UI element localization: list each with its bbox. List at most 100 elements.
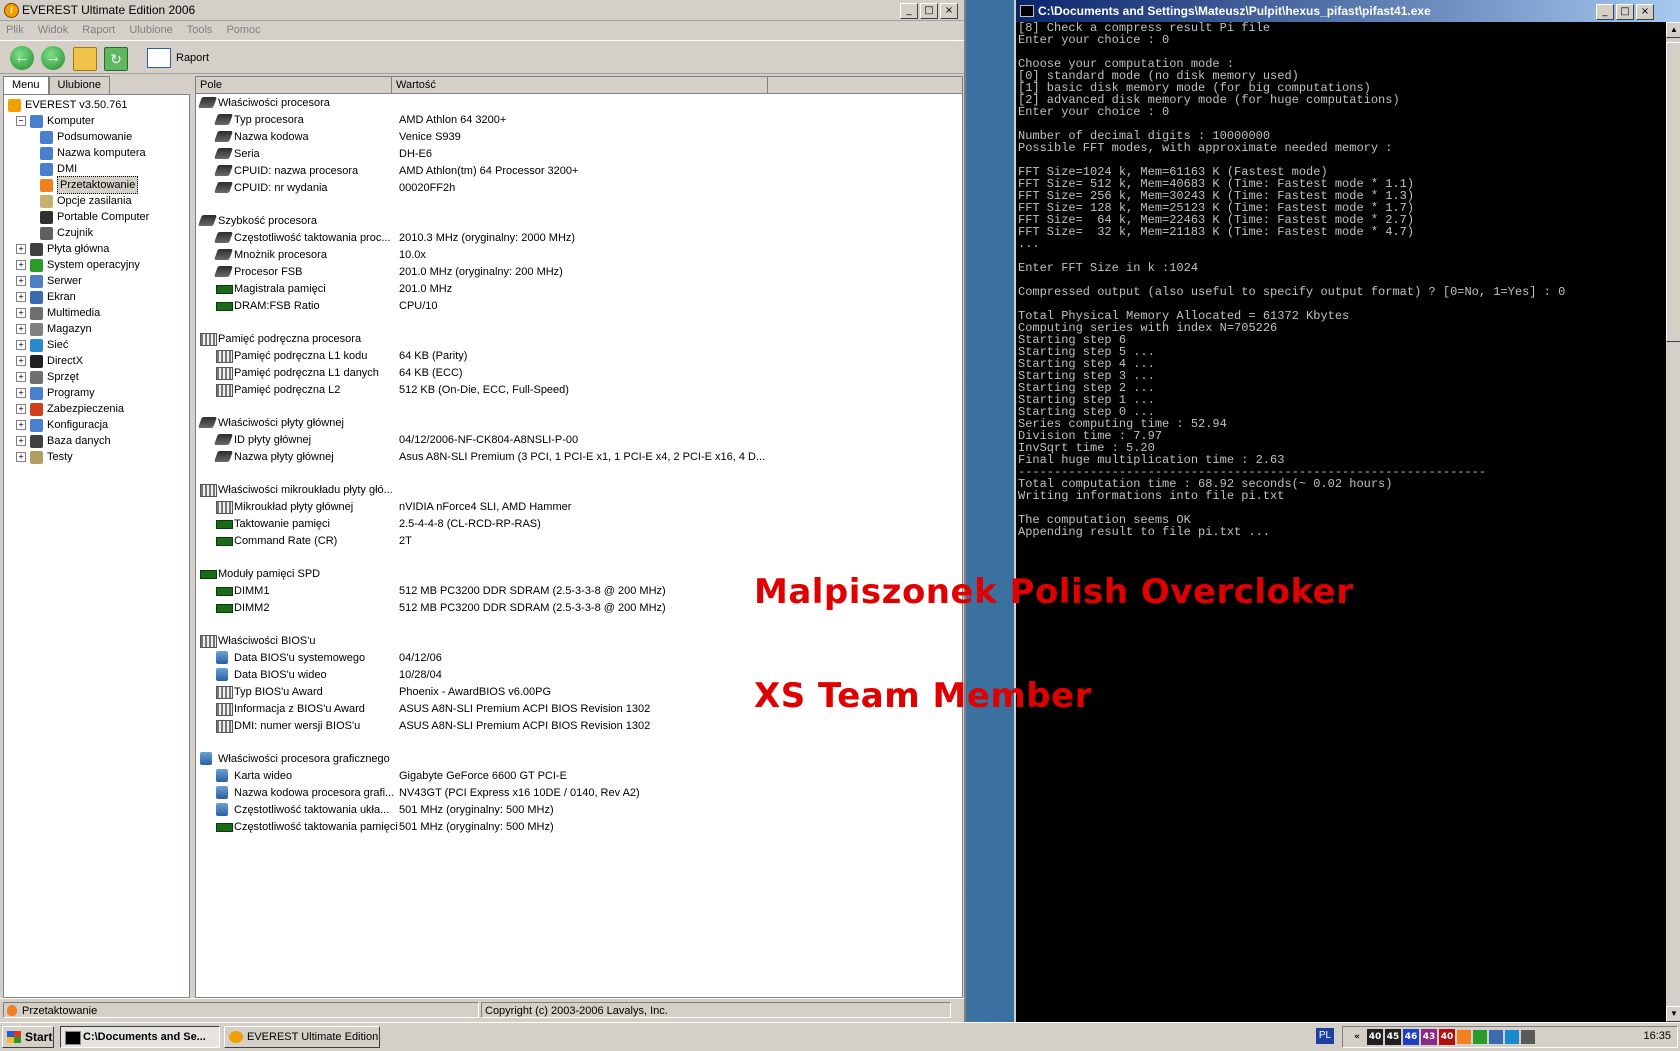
table-row[interactable]: Częstotliwość taktowania pamięci 501 MHz … [216, 819, 956, 835]
table-row[interactable]: Nazwa płyty głównej Asus A8N-SLI Premium … [213, 449, 956, 465]
tray-temperature-icon[interactable]: 46 [1403, 1029, 1419, 1045]
tree-item[interactable]: + Baza danych [16, 433, 111, 449]
tree-item[interactable]: − Komputer [16, 113, 95, 129]
tree-item[interactable]: Portable Computer [40, 209, 149, 225]
tray-app-icon[interactable] [1505, 1030, 1519, 1044]
table-row[interactable]: Pamięć podręczna L2 512 KB (On-Die, ECC, … [216, 382, 956, 398]
tray-app-icon[interactable] [1521, 1030, 1535, 1044]
expand-icon[interactable]: + [16, 292, 26, 302]
console-close-button[interactable]: × [1636, 4, 1654, 20]
tree-item[interactable]: + System operacyjny [16, 257, 140, 273]
expand-icon[interactable]: + [16, 436, 26, 446]
expand-icon[interactable]: + [16, 388, 26, 398]
tree-item[interactable]: + Płyta główna [16, 241, 109, 257]
console-output[interactable]: [8] Check a compress result Pi file Enter… [1018, 22, 1658, 1022]
table-row[interactable]: DMI: numer wersji BIOS'u ASUS A8N-SLI Pre… [216, 718, 956, 734]
tree-item[interactable]: + Multimedia [16, 305, 100, 321]
expand-icon[interactable]: + [16, 260, 26, 270]
table-row[interactable]: Pamięć podręczna L1 danych 64 KB (ECC) [216, 365, 956, 381]
tree-item[interactable]: EVEREST v3.50.761 [8, 97, 128, 113]
scroll-down-arrow-icon[interactable]: ▼ [1666, 1006, 1680, 1022]
tray-temperature-icon[interactable]: 40 [1367, 1029, 1383, 1045]
tree-item[interactable]: + Magazyn [16, 321, 92, 337]
table-row[interactable]: Typ procesora AMD Athlon 64 3200+ [213, 112, 956, 128]
table-row[interactable]: Seria DH-E6 [213, 146, 956, 162]
expand-icon[interactable]: + [16, 404, 26, 414]
tree-item[interactable]: + Testy [16, 449, 73, 465]
console-maximize-button[interactable]: □ [1616, 4, 1634, 20]
column-header-wartosc[interactable]: Wartość [392, 77, 768, 93]
table-row[interactable]: Nazwa kodowa procesora grafi... NV43GT (P… [216, 785, 956, 801]
console-scrollbar[interactable]: ▲ ▼ [1666, 22, 1680, 1022]
start-button[interactable]: Start [2, 1026, 54, 1048]
menu-ulubione[interactable]: Ulubione [129, 21, 172, 39]
table-row[interactable]: Częstotliwość taktowania proc... 2010.3 M… [213, 230, 956, 246]
tab-ulubione[interactable]: Ulubione [48, 76, 110, 94]
close-button[interactable]: × [940, 3, 958, 19]
scroll-up-arrow-icon[interactable]: ▲ [1666, 22, 1680, 38]
menu-plik[interactable]: Plik [6, 21, 24, 39]
column-header-pole[interactable]: Pole [196, 77, 392, 93]
expand-icon[interactable]: + [16, 244, 26, 254]
console-minimize-button[interactable]: _ [1596, 4, 1614, 20]
expand-icon[interactable]: + [16, 308, 26, 318]
menu-widok[interactable]: Widok [38, 21, 69, 39]
table-row[interactable]: CPUID: nr wydania 00020FF2h [213, 180, 956, 196]
tree-item[interactable]: + Sieć [16, 337, 68, 353]
up-folder-button[interactable] [73, 47, 97, 71]
taskbar-item-console[interactable]: C:\Documents and Se... [60, 1026, 220, 1048]
details-list[interactable]: Pole Wartość Właściwości procesora Typ pr… [195, 76, 963, 998]
tree-item[interactable]: + Serwer [16, 273, 82, 289]
tab-menu[interactable]: Menu [3, 76, 49, 95]
tray-temperature-icon[interactable]: 45 [1385, 1029, 1401, 1045]
refresh-button[interactable]: ↻ [104, 47, 128, 71]
report-button[interactable]: Raport [147, 48, 209, 68]
tray-expand-icon[interactable]: « [1349, 1029, 1365, 1045]
menu-pomoc[interactable]: Pomoc [226, 21, 260, 39]
tree-item[interactable]: + Konfiguracja [16, 417, 108, 433]
tray-temperature-icon[interactable]: 43 [1421, 1029, 1437, 1045]
expand-icon[interactable]: + [16, 340, 26, 350]
menu-tools[interactable]: Tools [187, 21, 213, 39]
taskbar-item-everest[interactable]: EVEREST Ultimate Edition [224, 1026, 380, 1048]
expand-icon[interactable]: + [16, 420, 26, 430]
expand-icon[interactable]: + [16, 372, 26, 382]
navigation-tree[interactable]: EVEREST v3.50.761 − Komputer Podsumowanie Na… [3, 94, 190, 998]
table-row[interactable]: Mikroukład płyty głównej nVIDIA nForce4 S… [216, 499, 956, 515]
tree-item[interactable]: + Ekran [16, 289, 76, 305]
scroll-thumb[interactable] [1666, 42, 1680, 342]
tray-app-icon[interactable] [1473, 1030, 1487, 1044]
tree-item[interactable]: DMI [40, 161, 77, 177]
tray-temperature-icon[interactable]: 40 [1439, 1029, 1455, 1045]
table-row[interactable]: Karta wideo Gigabyte GeForce 6600 GT PCI-… [216, 768, 956, 784]
table-row[interactable]: Taktowanie pamięci 2.5-4-4-8 (CL-RCD-RP-R… [216, 516, 956, 532]
table-row[interactable]: Pamięć podręczna L1 kodu 64 KB (Parity) [216, 348, 956, 364]
expand-icon[interactable]: + [16, 324, 26, 334]
table-row[interactable]: CPUID: nazwa procesora AMD Athlon(tm) 64 … [213, 163, 956, 179]
table-row[interactable]: Magistrala pamięci 201.0 MHz [216, 281, 956, 297]
tray-app-icon[interactable] [1489, 1030, 1503, 1044]
console-title-bar[interactable]: C:\Documents and Settings\Mateusz\Pulpit… [1016, 0, 1680, 22]
language-indicator[interactable]: PL [1316, 1028, 1334, 1044]
table-row[interactable]: Częstotliwość taktowania ukła... 501 MHz … [216, 802, 956, 818]
tree-item[interactable]: Czujnik [40, 225, 93, 241]
expand-icon[interactable]: + [16, 452, 26, 462]
menu-raport[interactable]: Raport [82, 21, 115, 39]
table-row[interactable]: DRAM:FSB Ratio CPU/10 [216, 298, 956, 314]
expand-icon[interactable]: + [16, 356, 26, 366]
table-row[interactable]: Command Rate (CR) 2T [216, 533, 956, 549]
tree-item[interactable]: + DirectX [16, 353, 83, 369]
everest-title-bar[interactable]: i EVEREST Ultimate Edition 2006 _ □ × [0, 0, 964, 21]
tree-item[interactable]: Przetaktowanie [40, 176, 139, 194]
tray-app-icon[interactable] [1457, 1030, 1471, 1044]
minimize-button[interactable]: _ [900, 3, 918, 19]
tree-item[interactable]: + Sprzęt [16, 369, 79, 385]
table-row[interactable]: Data BIOS'u systemowego 04/12/06 [216, 650, 956, 666]
table-row[interactable]: Nazwa kodowa Venice S939 [213, 129, 956, 145]
back-button[interactable]: ← [10, 46, 34, 70]
tree-item[interactable]: + Zabezpieczenia [16, 401, 124, 417]
tree-item[interactable]: Nazwa komputera [40, 145, 146, 161]
table-row[interactable]: ID płyty głównej 04/12/2006-NF-CK804-A8NS… [213, 432, 956, 448]
clock[interactable]: 16:35 [1643, 1030, 1671, 1042]
collapse-icon[interactable]: − [16, 116, 26, 126]
